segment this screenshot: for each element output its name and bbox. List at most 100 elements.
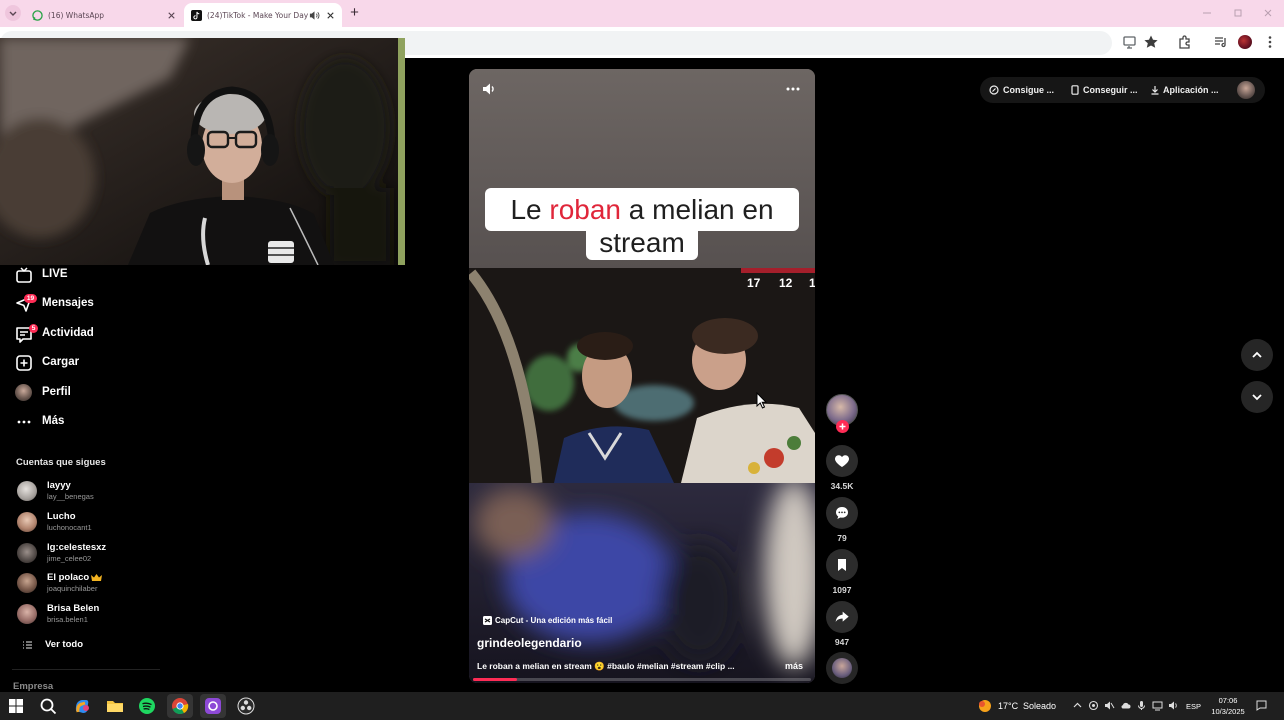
close-tab-icon[interactable]: [166, 10, 177, 21]
profile-avatar: [15, 384, 32, 401]
more-options-icon[interactable]: [785, 85, 801, 93]
input-language[interactable]: ESP: [1186, 702, 1201, 711]
save-button[interactable]: [826, 549, 858, 581]
capcut-link[interactable]: CapCut - Una edición más fácil: [483, 615, 643, 627]
obs-icon[interactable]: [237, 697, 255, 715]
see-more-button[interactable]: más: [785, 661, 803, 671]
account-handle: joaquinchilaber: [47, 584, 98, 593]
share-button[interactable]: [826, 601, 858, 633]
tab-tiktok[interactable]: (24)TikTok - Make Your Day: [184, 3, 342, 27]
profile-avatar[interactable]: [1238, 35, 1252, 49]
tab-whatsapp[interactable]: (16) WhatsApp: [28, 4, 183, 27]
tab-search-button[interactable]: [5, 5, 21, 21]
spotify-icon[interactable]: [138, 697, 156, 715]
following-account[interactable]: El polaco joaquinchilaber: [17, 572, 167, 598]
account-name: layyy: [47, 480, 71, 491]
sidebar-item-more[interactable]: Más: [15, 412, 165, 432]
minimize-icon[interactable]: [1200, 7, 1214, 19]
install-icon[interactable]: [1122, 34, 1138, 50]
sidebar-item-live[interactable]: LIVE: [15, 265, 165, 285]
close-window-icon[interactable]: [1261, 7, 1275, 19]
follow-button[interactable]: [836, 420, 849, 433]
sidebar-item-label: Más: [42, 415, 65, 427]
clock[interactable]: 07:06 10/3/2025: [1206, 695, 1250, 719]
clock-time: 07:06: [1218, 696, 1238, 705]
upload-icon: [16, 355, 32, 371]
volume-icon[interactable]: [482, 82, 496, 96]
comment-button[interactable]: [826, 497, 858, 529]
clock-date: 10/3/2025: [1211, 707, 1245, 716]
volume-icon[interactable]: [1168, 700, 1179, 711]
mute-icon[interactable]: [1104, 700, 1115, 711]
following-account[interactable]: Brisa Belen brisa.belen1: [17, 603, 167, 629]
extensions-icon[interactable]: [1177, 34, 1193, 50]
previous-video-button[interactable]: [1241, 339, 1273, 371]
cloud-icon[interactable]: [1120, 700, 1131, 711]
media-icon[interactable]: [1213, 34, 1229, 50]
bookmark-icon: [838, 559, 846, 571]
desktop-app-link[interactable]: Aplicación ...: [1150, 77, 1230, 103]
network-icon[interactable]: [1152, 700, 1163, 711]
following-title: Cuentas que sigues: [16, 457, 106, 468]
account-name: Lucho: [47, 511, 76, 522]
following-account[interactable]: lg:celestesxz jime_celee02: [17, 542, 167, 568]
header-link-label: Consigue ...: [1003, 85, 1055, 95]
weather-condition[interactable]: Soleado: [1023, 701, 1056, 711]
live-icon: [16, 267, 32, 283]
get-app-link[interactable]: Conseguir ...: [1070, 77, 1150, 103]
sidebar-item-label: Mensajes: [42, 297, 94, 309]
score-value: 17: [747, 276, 761, 290]
vpn-icon[interactable]: [1088, 700, 1099, 711]
account-avatar: [17, 543, 37, 563]
microphone-icon[interactable]: [1136, 700, 1147, 711]
restore-icon[interactable]: [1231, 7, 1245, 19]
company-link[interactable]: Empresa: [13, 681, 53, 692]
video-author[interactable]: grindeolegendario: [477, 636, 582, 650]
get-coins-link[interactable]: Consigue ...: [989, 77, 1069, 103]
chevron-up-icon: [1252, 351, 1262, 358]
search-icon[interactable]: [39, 697, 57, 715]
sidebar-item-profile[interactable]: Perfil: [15, 383, 165, 403]
coins-icon: [989, 85, 999, 95]
next-video-button[interactable]: [1241, 381, 1273, 413]
browser-tab-bar: (16) WhatsApp (24)TikTok - Make Your Day…: [0, 0, 1284, 27]
notifications-icon[interactable]: [1256, 700, 1267, 711]
file-explorer-icon[interactable]: [106, 697, 124, 715]
see-all-label: Ver todo: [45, 639, 84, 650]
like-count: 34.5K: [830, 481, 854, 491]
music-disc[interactable]: [826, 652, 858, 684]
chevron-up-icon[interactable]: [1072, 700, 1083, 711]
sidebar-item-upload[interactable]: Cargar: [15, 353, 165, 373]
sidebar-item-messages[interactable]: 19 Mensajes: [15, 294, 165, 314]
chrome-icon[interactable]: [171, 697, 189, 715]
score-value: 12: [779, 276, 793, 290]
see-all-link[interactable]: Ver todo: [20, 638, 140, 652]
weather-icon[interactable]: [977, 698, 993, 714]
weather-temperature[interactable]: 17°C: [998, 701, 1018, 711]
close-tab-icon[interactable]: [325, 10, 336, 21]
new-tab-button[interactable]: +: [347, 5, 362, 21]
copilot-icon[interactable]: [73, 697, 91, 715]
progress-fill: [473, 678, 517, 681]
score-value: 1: [809, 276, 815, 290]
account-name: lg:celestesxz: [47, 542, 107, 553]
account-avatar: [17, 481, 37, 501]
windows-start-icon[interactable]: [8, 698, 24, 714]
like-button[interactable]: [826, 445, 858, 477]
video-player[interactable]: 17 12 1 Le roban a melian en stream CapC…: [469, 69, 815, 683]
sidebar-item-label: Actividad: [42, 327, 94, 339]
star-icon[interactable]: [1143, 34, 1159, 50]
tab-audio-icon[interactable]: [309, 10, 320, 21]
following-account[interactable]: layyy lay__benegas: [17, 480, 167, 506]
user-avatar[interactable]: [1237, 81, 1255, 99]
account-handle: lay__benegas: [47, 492, 94, 501]
account-name: Brisa Belen: [47, 603, 100, 614]
following-account[interactable]: Lucho luchonocant1: [17, 511, 167, 537]
account-avatar: [17, 512, 37, 532]
progress-track[interactable]: [473, 678, 811, 681]
stream-app-icon[interactable]: [204, 697, 222, 715]
windows-taskbar: 17°C Soleado ESP 07:06 10/3/2025: [0, 692, 1284, 720]
capcut-label: CapCut - Una edición más fácil: [495, 616, 613, 625]
sidebar-item-activity[interactable]: 5 Actividad: [15, 324, 165, 344]
menu-icon[interactable]: [1262, 34, 1278, 50]
